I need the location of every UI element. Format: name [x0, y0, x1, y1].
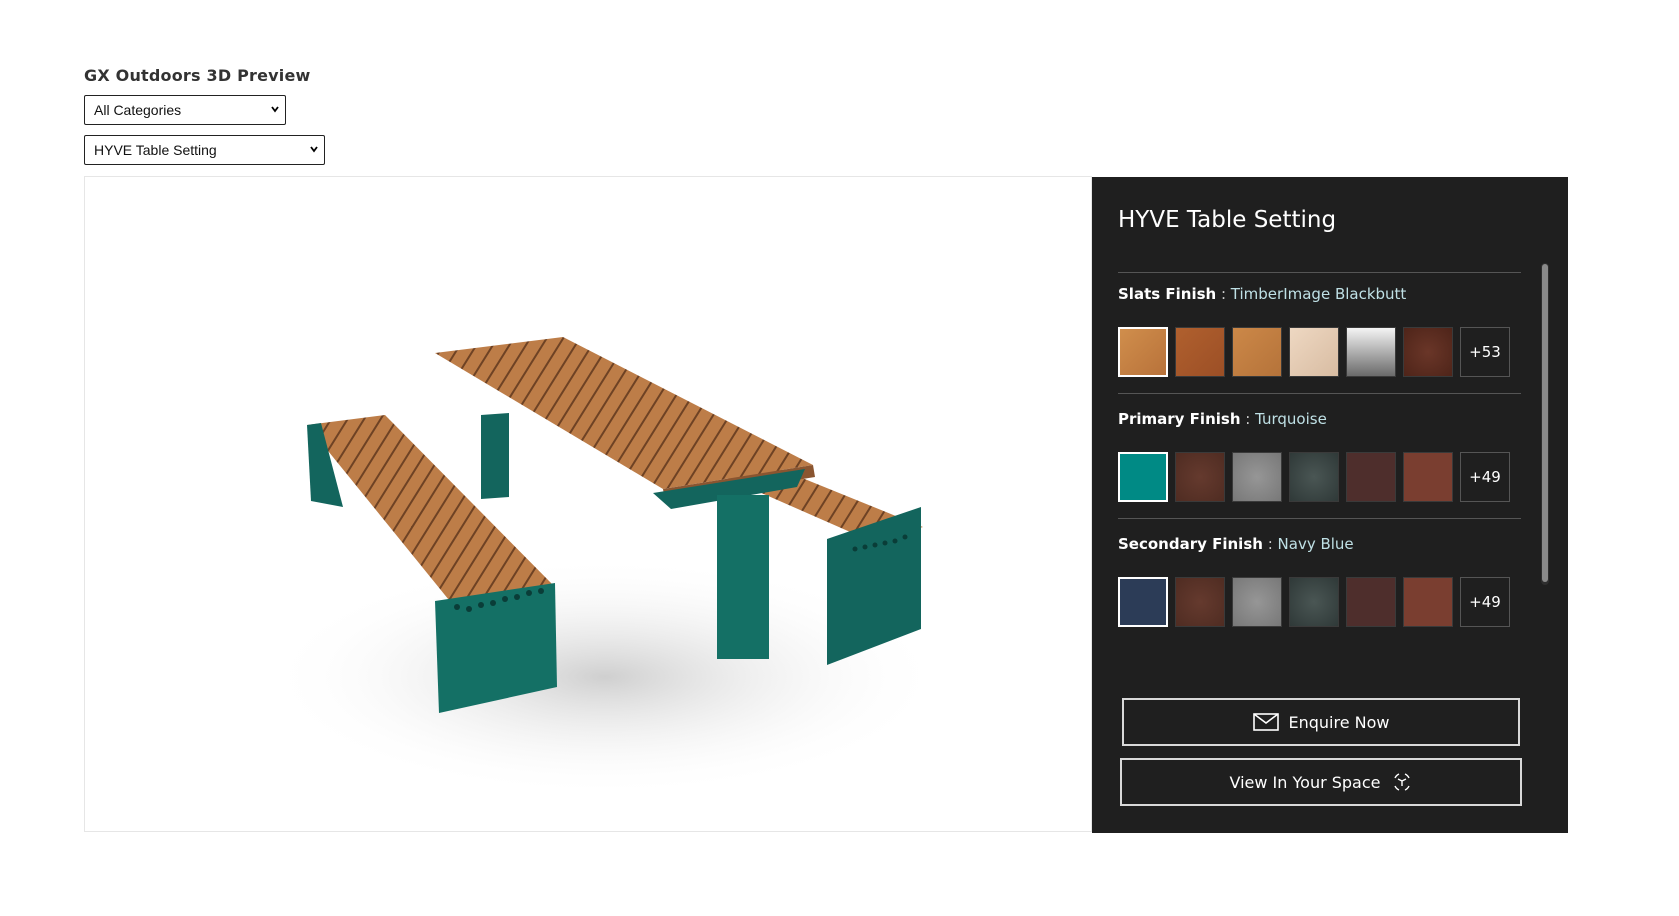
- product-model-render[interactable]: [85, 177, 1092, 832]
- panel-divider: [1118, 272, 1521, 273]
- panel-scrollbar[interactable]: [1541, 263, 1549, 585]
- mail-icon: [1252, 713, 1279, 731]
- finish-value: Navy Blue: [1277, 535, 1354, 553]
- table-pedestal: [717, 495, 769, 659]
- category-select[interactable]: All Categories: [84, 95, 286, 125]
- product-select-value: HYVE Table Setting: [94, 142, 217, 158]
- ar-cube-icon: [1393, 773, 1410, 791]
- finish-name: Slats Finish: [1118, 285, 1217, 303]
- section-divider: [1118, 518, 1521, 519]
- panel-title: HYVE Table Setting: [1118, 207, 1337, 233]
- swatch[interactable]: [1289, 452, 1339, 502]
- more-swatches-button[interactable]: +49: [1460, 452, 1510, 502]
- finish-label: Secondary Finish : Navy Blue: [1118, 535, 1521, 553]
- scrollbar-thumb[interactable]: [1542, 264, 1548, 582]
- near-bench-seat: [307, 415, 555, 605]
- swatch-row: +49: [1118, 577, 1510, 627]
- swatch[interactable]: [1175, 452, 1225, 502]
- finish-name: Primary Finish: [1118, 410, 1241, 428]
- finish-separator: :: [1240, 410, 1256, 428]
- swatch[interactable]: [1175, 577, 1225, 627]
- swatch[interactable]: [1403, 327, 1453, 377]
- swatch[interactable]: [1346, 327, 1396, 377]
- swatch[interactable]: [1232, 577, 1282, 627]
- swatch[interactable]: [1289, 327, 1339, 377]
- finish-label: Primary Finish : Turquoise: [1118, 410, 1521, 428]
- primary-finish-section: Primary Finish : Turquoise +49: [1118, 410, 1521, 519]
- swatch[interactable]: [1118, 327, 1168, 377]
- more-swatches-button[interactable]: +49: [1460, 577, 1510, 627]
- finish-separator: :: [1216, 285, 1231, 303]
- finish-value: TimberImage Blackbutt: [1230, 285, 1407, 303]
- finish-name: Secondary Finish: [1118, 535, 1263, 553]
- table-rear-leg: [481, 413, 509, 499]
- swatch[interactable]: [1346, 452, 1396, 502]
- swatch[interactable]: [1403, 452, 1453, 502]
- section-divider: [1118, 393, 1521, 394]
- swatch[interactable]: [1232, 327, 1282, 377]
- view-in-your-space-button[interactable]: View In Your Space: [1120, 758, 1522, 806]
- product-select[interactable]: HYVE Table Setting: [84, 135, 325, 165]
- enquire-now-button[interactable]: Enquire Now: [1122, 698, 1520, 746]
- category-select-value: All Categories: [94, 102, 182, 118]
- secondary-finish-section: Secondary Finish : Navy Blue +49: [1118, 535, 1521, 627]
- chevron-down-icon: [310, 146, 318, 153]
- swatch[interactable]: [1175, 327, 1225, 377]
- swatch[interactable]: [1346, 577, 1396, 627]
- app-title: GX Outdoors 3D Preview: [84, 66, 311, 85]
- finish-value: Turquoise: [1255, 410, 1327, 428]
- swatch[interactable]: [1403, 577, 1453, 627]
- swatch[interactable]: [1232, 452, 1282, 502]
- view-in-your-space-label: View In Your Space: [1229, 772, 1381, 792]
- finish-separator: :: [1262, 535, 1278, 553]
- swatch-row: +53: [1118, 327, 1510, 377]
- enquire-now-label: Enquire Now: [1288, 712, 1390, 732]
- swatch[interactable]: [1289, 577, 1339, 627]
- swatch-row: +49: [1118, 452, 1510, 502]
- finish-label: Slats Finish : TimberImage Blackbutt: [1118, 285, 1521, 303]
- swatch[interactable]: [1118, 577, 1168, 627]
- slats-finish-section: Slats Finish : TimberImage Blackbutt +53: [1118, 285, 1521, 394]
- more-swatches-button[interactable]: +53: [1460, 327, 1510, 377]
- swatch[interactable]: [1118, 452, 1168, 502]
- 3d-viewer[interactable]: [84, 176, 1092, 832]
- product-config-panel: HYVE Table Setting Slats Finish : Timber…: [1092, 177, 1568, 833]
- chevron-down-icon: [271, 106, 279, 113]
